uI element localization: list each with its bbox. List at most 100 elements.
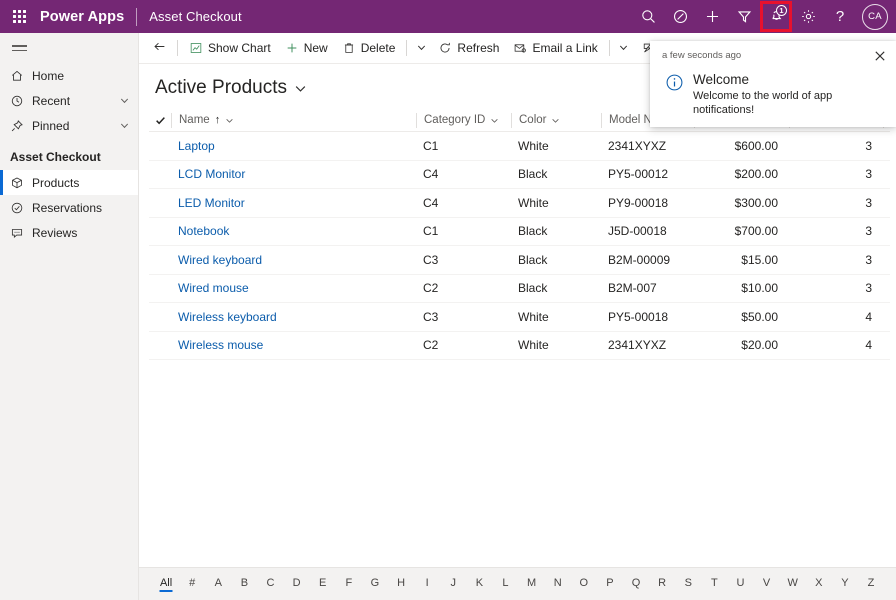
sidebar-item-products[interactable]: Products xyxy=(0,170,138,195)
alpha-filter-z[interactable]: Z xyxy=(858,577,884,592)
arrow-left-icon xyxy=(152,39,167,57)
email-more-chevron[interactable] xyxy=(614,33,634,63)
alpha-filter-w[interactable]: W xyxy=(780,577,806,592)
delete-more-chevron[interactable] xyxy=(411,33,431,63)
table-row[interactable]: Laptop C1 White 2341XYXZ $600.00 3 xyxy=(149,132,890,161)
refresh-button[interactable]: Refresh xyxy=(431,33,506,63)
cell-color: Black xyxy=(518,167,548,182)
alpha-filter-k[interactable]: K xyxy=(466,577,492,592)
alpha-filter-y[interactable]: Y xyxy=(832,577,858,592)
alpha-filter-x[interactable]: X xyxy=(806,577,832,592)
assistant-button[interactable] xyxy=(664,0,696,33)
email-a-link-button[interactable]: Email a Link xyxy=(506,33,604,63)
alpha-filter-m[interactable]: M xyxy=(519,577,545,592)
chevron-down-icon xyxy=(551,116,560,125)
alpha-filter-h[interactable]: H xyxy=(388,577,414,592)
cell-model-no: PY5-00012 xyxy=(608,167,669,182)
alpha-filter-s[interactable]: S xyxy=(675,577,701,592)
sidebar-item-home[interactable]: Home xyxy=(0,63,138,88)
alpha-filter-a[interactable]: A xyxy=(205,577,231,592)
cell-name[interactable]: Laptop xyxy=(171,139,416,153)
alpha-filter-r[interactable]: R xyxy=(649,577,675,592)
table-row[interactable]: Wired mouse C2 Black B2M-007 $10.00 3 xyxy=(149,275,890,303)
page-title: Active Products xyxy=(155,77,287,98)
cell-category-id: C3 xyxy=(423,309,439,324)
alpha-filter-b[interactable]: B xyxy=(231,577,257,592)
cell-model-no: 2341XYXZ xyxy=(608,138,667,153)
cell-name[interactable]: LCD Monitor xyxy=(171,167,416,181)
chevron-down-icon[interactable] xyxy=(119,120,130,131)
sidebar-item-reviews[interactable]: Reviews xyxy=(0,220,138,245)
back-button[interactable] xyxy=(145,33,173,63)
alpha-filter-f[interactable]: F xyxy=(336,577,362,592)
app-launcher-button[interactable] xyxy=(4,0,34,33)
alpha-filter-n[interactable]: N xyxy=(545,577,571,592)
cell-color: Black xyxy=(518,281,548,296)
alpha-filter-v[interactable]: V xyxy=(754,577,780,592)
cell-rating: 3 xyxy=(865,281,872,296)
new-button[interactable]: New xyxy=(278,33,335,63)
alpha-filter-c[interactable]: C xyxy=(257,577,283,592)
alpha-filter-l[interactable]: L xyxy=(492,577,518,592)
select-all-checkbox[interactable] xyxy=(149,115,171,126)
cell-name[interactable]: Wireless mouse xyxy=(171,338,416,352)
help-button[interactable]: ? xyxy=(824,0,856,33)
sidebar-item-recent[interactable]: Recent xyxy=(0,88,138,113)
alpha-filter-q[interactable]: Q xyxy=(623,577,649,592)
column-header-category-id[interactable]: Category ID xyxy=(416,112,511,128)
column-label: Category ID xyxy=(424,114,486,126)
command-label: Show Chart xyxy=(208,41,271,55)
table-row[interactable]: Notebook C1 Black J5D-00018 $700.00 3 xyxy=(149,218,890,246)
cell-category-id: C1 xyxy=(423,224,439,239)
notification-close-button[interactable] xyxy=(870,47,890,67)
cell-category-id: C3 xyxy=(423,252,439,267)
alpha-filter-i[interactable]: I xyxy=(414,577,440,592)
sidebar-item-reservations[interactable]: Reservations xyxy=(0,195,138,220)
column-header-name[interactable]: Name ↑ xyxy=(171,112,416,128)
alpha-filter-t[interactable]: T xyxy=(701,577,727,592)
cell-category-id: C4 xyxy=(423,195,439,210)
filter-button[interactable] xyxy=(728,0,760,33)
cell-rating: 3 xyxy=(865,224,872,239)
notifications-button[interactable]: 1 xyxy=(760,0,792,33)
brand-title[interactable]: Power Apps xyxy=(40,9,124,25)
table-row[interactable]: LED Monitor C4 White PY9-00018 $300.00 3 xyxy=(149,189,890,218)
column-header-color[interactable]: Color xyxy=(511,112,601,128)
delete-button[interactable]: Delete xyxy=(335,33,403,63)
settings-button[interactable] xyxy=(792,0,824,33)
quick-create-button[interactable] xyxy=(696,0,728,33)
alpha-filter-all[interactable]: All xyxy=(153,577,179,592)
notification-content: Welcome Welcome to the world of app noti… xyxy=(650,67,896,117)
alpha-filter-e[interactable]: E xyxy=(310,577,336,592)
notification-title: Welcome xyxy=(693,72,750,87)
alpha-filter-d[interactable]: D xyxy=(284,577,310,592)
sidebar-toggle-button[interactable] xyxy=(0,33,138,63)
alpha-filter-hash[interactable]: # xyxy=(179,577,205,592)
alpha-filter-j[interactable]: J xyxy=(440,577,466,592)
table-row[interactable]: Wireless mouse C2 White 2341XYXZ $20.00 … xyxy=(149,332,890,360)
cell-name[interactable]: Wired keyboard xyxy=(171,253,416,267)
cell-name[interactable]: LED Monitor xyxy=(171,196,416,210)
alpha-filter-g[interactable]: G xyxy=(362,577,388,592)
sidebar-item-pinned[interactable]: Pinned xyxy=(0,113,138,138)
chevron-down-icon[interactable] xyxy=(119,95,130,106)
cell-rating: 3 xyxy=(865,167,872,182)
chevron-down-icon xyxy=(490,116,499,125)
alpha-filter-o[interactable]: O xyxy=(571,577,597,592)
cell-name[interactable]: Wired mouse xyxy=(171,281,416,295)
show-chart-button[interactable]: Show Chart xyxy=(182,33,278,63)
table-row[interactable]: Wireless keyboard C3 White PY5-00018 $50… xyxy=(149,303,890,332)
notification-header: a few seconds ago xyxy=(650,47,896,67)
alpha-filter-p[interactable]: P xyxy=(597,577,623,592)
avatar[interactable]: CA xyxy=(862,3,888,30)
table-row[interactable]: LCD Monitor C4 Black PY5-00012 $200.00 3 xyxy=(149,161,890,189)
table-row[interactable]: Wired keyboard C3 Black B2M-00009 $15.00… xyxy=(149,246,890,275)
cell-name[interactable]: Notebook xyxy=(171,224,416,238)
app-name-label[interactable]: Asset Checkout xyxy=(149,9,241,24)
cell-name[interactable]: Wireless keyboard xyxy=(171,310,416,324)
plus-icon xyxy=(704,8,721,25)
alpha-filter-u[interactable]: U xyxy=(727,577,753,592)
cell-rating: 3 xyxy=(865,195,872,210)
chevron-down-icon[interactable] xyxy=(294,82,307,95)
search-button[interactable] xyxy=(632,0,664,33)
